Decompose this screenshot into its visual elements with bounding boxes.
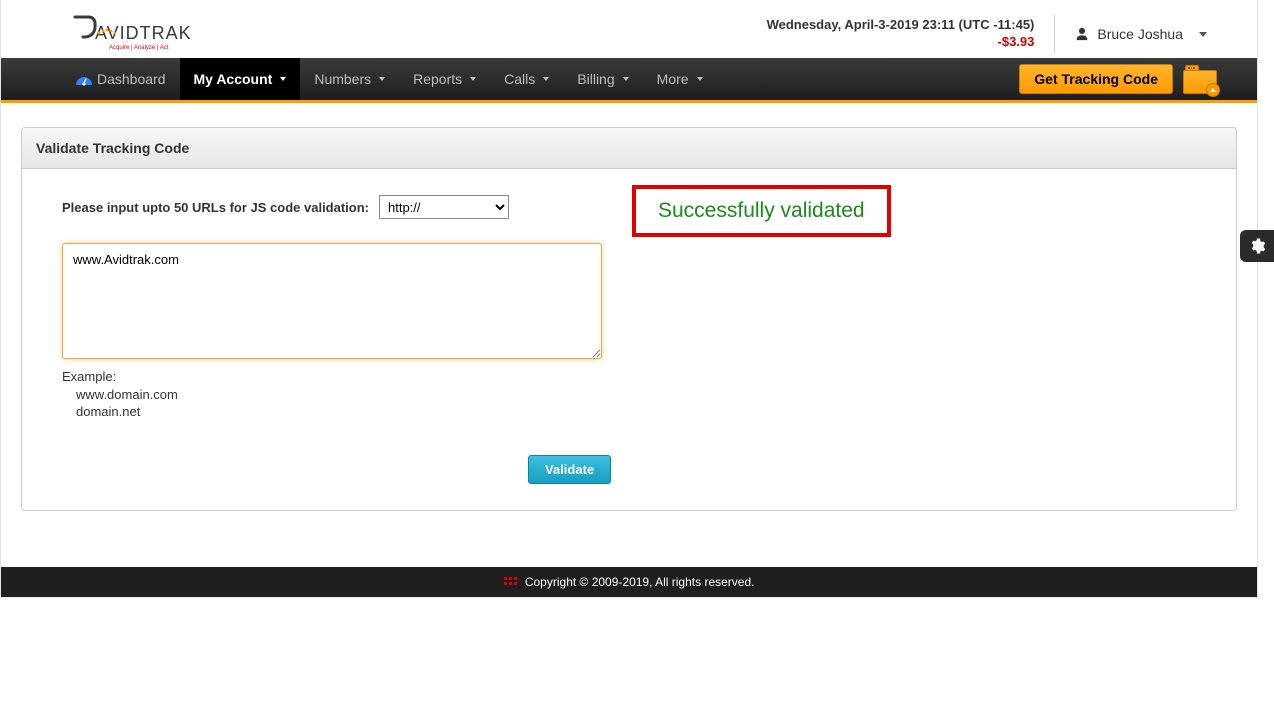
header: AVIDTRAK Acquire | Analyze | Act Wednesd…: [1, 0, 1257, 58]
svg-text:AVIDTRAK: AVIDTRAK: [95, 23, 192, 43]
nav-more[interactable]: More: [643, 58, 717, 100]
chevron-down-icon: [470, 77, 476, 81]
svg-text:Acquire | Analyze | Act: Acquire | Analyze | Act: [109, 45, 169, 51]
nav-numbers-label: Numbers: [314, 71, 371, 87]
chevron-down-icon: [543, 77, 549, 81]
get-tracking-code-button[interactable]: Get Tracking Code: [1019, 64, 1173, 94]
chevron-down-icon: [1199, 32, 1207, 37]
example-line-2: domain.net: [62, 403, 1196, 421]
dashboard-icon: [75, 73, 91, 85]
nav-more-label: More: [657, 71, 689, 87]
protocol-select[interactable]: http://: [379, 195, 509, 219]
nav-my-account-label: My Account: [194, 71, 273, 87]
example-label: Example:: [62, 368, 1196, 386]
nav-billing[interactable]: Billing: [563, 58, 642, 100]
user-menu[interactable]: Bruce Joshua: [1075, 26, 1227, 42]
main-nav: Dashboard My Account Numbers Reports Cal…: [1, 58, 1257, 103]
copyright-text: Copyright © 2009-2019, All rights reserv…: [525, 575, 755, 589]
logo[interactable]: AVIDTRAK Acquire | Analyze | Act: [71, 13, 221, 55]
nav-numbers[interactable]: Numbers: [300, 58, 399, 100]
example-line-1: www.domain.com: [62, 386, 1196, 404]
settings-tab[interactable]: [1240, 230, 1274, 262]
nav-my-account[interactable]: My Account: [180, 58, 301, 100]
url-input-label: Please input upto 50 URLs for JS code va…: [62, 200, 369, 215]
user-name: Bruce Joshua: [1097, 26, 1183, 42]
header-divider: [1054, 15, 1055, 53]
header-balance: -$3.93: [767, 34, 1035, 51]
footer: Copyright © 2009-2019, All rights reserv…: [1, 567, 1257, 597]
example-block: Example: www.domain.com domain.net: [62, 368, 1196, 421]
nav-reports[interactable]: Reports: [399, 58, 490, 100]
grid-icon: [504, 577, 516, 587]
validate-panel: Validate Tracking Code Successfully vali…: [21, 127, 1237, 511]
nav-dashboard-label: Dashboard: [97, 71, 166, 87]
user-icon: [1075, 27, 1089, 41]
nav-calls[interactable]: Calls: [490, 58, 563, 100]
success-message: Successfully validated: [632, 185, 891, 237]
chevron-down-icon: [379, 77, 385, 81]
nav-reports-label: Reports: [413, 71, 462, 87]
urls-textarea[interactable]: [62, 243, 602, 359]
chevron-down-icon: [280, 77, 286, 81]
nav-calls-label: Calls: [504, 71, 535, 87]
chevron-down-icon: [623, 77, 629, 81]
folder-home-icon[interactable]: [1183, 64, 1217, 94]
validate-button[interactable]: Validate: [528, 455, 611, 484]
nav-dashboard[interactable]: Dashboard: [61, 58, 180, 100]
header-datetime: Wednesday, April-3-2019 23:11 (UTC -11:4…: [767, 17, 1035, 34]
chevron-down-icon: [697, 77, 703, 81]
gear-icon: [1248, 237, 1266, 255]
nav-billing-label: Billing: [577, 71, 614, 87]
panel-heading: Validate Tracking Code: [22, 128, 1236, 169]
